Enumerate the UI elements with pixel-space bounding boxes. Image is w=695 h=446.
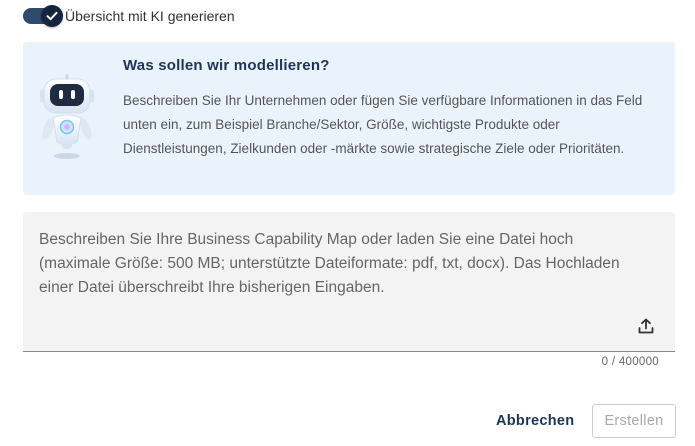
ai-overview-dialog: Übersicht mit KI generieren Was sollen w…: [0, 0, 695, 446]
robot-icon: [35, 72, 99, 172]
ai-toggle-switch[interactable]: [23, 5, 63, 27]
description-placeholder: Beschreiben Sie Ihre Business Capability…: [39, 231, 620, 296]
character-counter: 0 / 400000: [601, 356, 659, 368]
ai-toggle-label: Übersicht mit KI generieren: [65, 8, 235, 24]
info-panel: Was sollen wir modellieren? Beschreiben …: [23, 42, 675, 195]
info-title: Was sollen wir modellieren?: [123, 57, 330, 74]
cancel-button[interactable]: Abbrechen: [490, 406, 580, 436]
description-textarea[interactable]: Beschreiben Sie Ihre Business Capability…: [23, 212, 675, 352]
ai-toggle-row[interactable]: Übersicht mit KI generieren: [23, 5, 235, 27]
info-description: Beschreiben Sie Ihr Unternehmen oder füg…: [123, 93, 643, 156]
checkmark-icon: [41, 5, 63, 27]
create-button[interactable]: Erstellen: [592, 404, 676, 438]
upload-icon[interactable]: [635, 315, 657, 337]
